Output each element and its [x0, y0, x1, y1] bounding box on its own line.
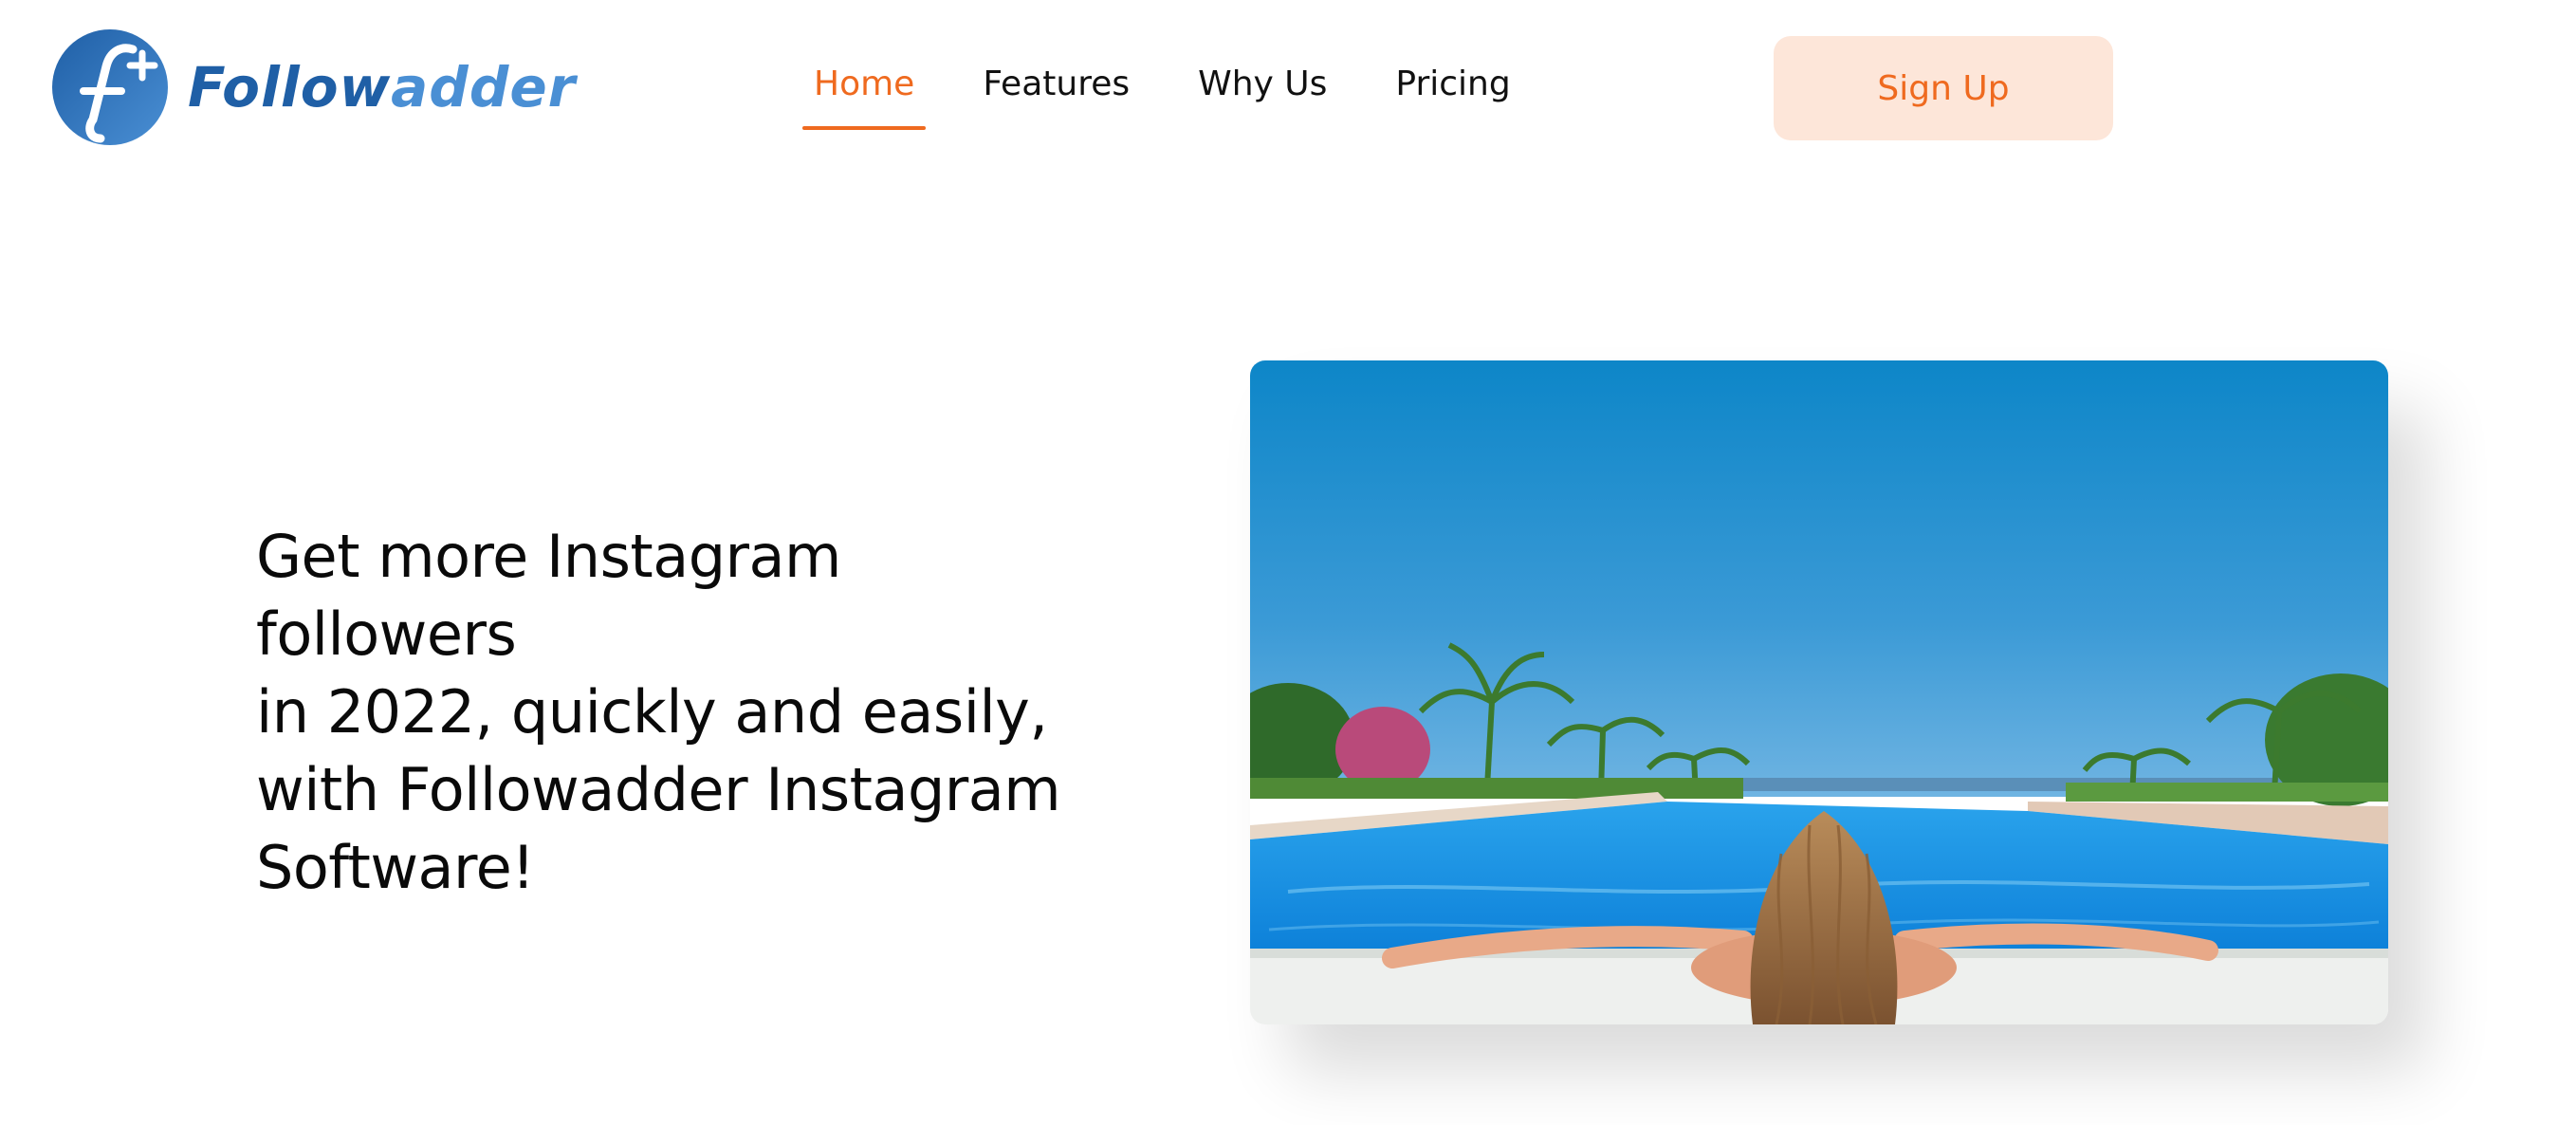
- hero-heading-line: Get more Instagram followers: [256, 522, 841, 669]
- hero-image: [1250, 360, 2388, 1024]
- hero-heading-line: with Followadder Instagram: [256, 755, 1061, 824]
- brand-name-part1: Follow: [188, 55, 392, 120]
- hero-heading-line: Software!: [256, 833, 535, 902]
- followadder-logo-icon: [52, 29, 168, 145]
- nav-item-home[interactable]: Home: [802, 57, 927, 130]
- landing-page: Followadder Home Features Why Us Pricing…: [0, 0, 2576, 1125]
- sign-up-button[interactable]: Sign Up: [1774, 36, 2113, 140]
- main-nav: Home Features Why Us Pricing: [802, 57, 1568, 130]
- nav-item-features[interactable]: Features: [971, 57, 1141, 130]
- brand-name: Followadder: [188, 60, 576, 115]
- pool-photo-illustration: [1250, 360, 2388, 1024]
- brand-name-part2: adder: [391, 55, 577, 120]
- nav-item-why-us[interactable]: Why Us: [1187, 57, 1338, 130]
- hero-heading: Get more Instagram followers in 2022, qu…: [256, 518, 1091, 907]
- hero-heading-line: in 2022, quickly and easily,: [256, 677, 1048, 747]
- nav-item-pricing[interactable]: Pricing: [1384, 57, 1521, 130]
- brand-logo[interactable]: Followadder: [51, 28, 576, 146]
